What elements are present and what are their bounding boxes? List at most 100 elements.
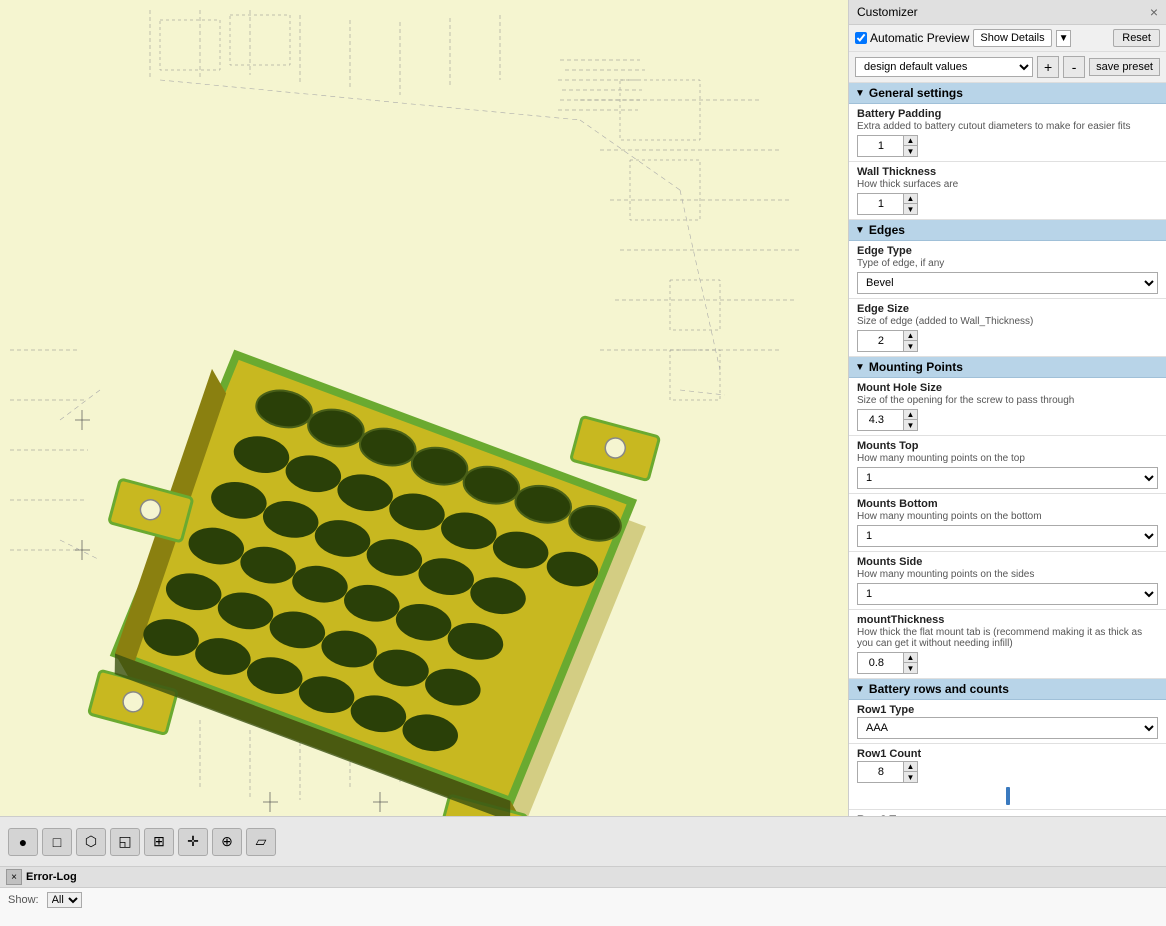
edge-type-select[interactable]: Bevel Round None (857, 272, 1158, 294)
customizer-panel: Customizer × Automatic Preview Show Deta… (848, 0, 1166, 816)
section-general-toggle: ▼ (855, 88, 865, 99)
wall-thickness-input-wrap: ▲ ▼ (857, 193, 918, 215)
customizer-toolbar2: design default values + - save preset (849, 52, 1166, 83)
edge-size-down[interactable]: ▼ (903, 341, 917, 351)
row1-count-slider-track (857, 787, 1158, 805)
error-log-close-button[interactable]: × (6, 869, 22, 885)
toolbar-btn-sphere[interactable]: ● (8, 828, 38, 856)
toolbar-btn-parallelogram[interactable]: ▱ (246, 828, 276, 856)
setting-mount-hole-size: Mount Hole Size Size of the opening for … (849, 378, 1166, 436)
row1-count-label: Row1 Count (857, 748, 1158, 760)
section-battery-rows[interactable]: ▼ Battery rows and counts (849, 679, 1166, 700)
mounts-bottom-label: Mounts Bottom (857, 498, 1158, 510)
mount-thickness-down[interactable]: ▼ (903, 663, 917, 673)
battery-padding-control: ▲ ▼ (857, 135, 1158, 157)
edge-type-label: Edge Type (857, 245, 1158, 257)
setting-row1-type: Row1 Type AAAAACDignore row (849, 700, 1166, 744)
mount-hole-size-down[interactable]: ▼ (903, 420, 917, 430)
customizer-toolbar1: Automatic Preview Show Details ▼ Reset (849, 25, 1166, 52)
row1-count-spin: ▲ ▼ (903, 762, 917, 782)
section-general[interactable]: ▼ General settings (849, 83, 1166, 104)
toolbar-btn-cube[interactable]: □ (42, 828, 72, 856)
wall-thickness-down[interactable]: ▼ (903, 204, 917, 214)
mount-hole-size-input-wrap: ▲ ▼ (857, 409, 918, 431)
toolbar-btn-cross[interactable]: ✛ (178, 828, 208, 856)
error-log-show-label: Show: (8, 894, 39, 906)
viewport[interactable] (0, 0, 848, 816)
edge-size-input[interactable] (858, 331, 903, 351)
row1-type-select[interactable]: AAAAACDignore row (857, 717, 1158, 739)
mounts-top-select[interactable]: 1023 (857, 467, 1158, 489)
preset-minus-button[interactable]: - (1063, 56, 1085, 78)
setting-mounts-bottom: Mounts Bottom How many mounting points o… (849, 494, 1166, 552)
wall-thickness-up[interactable]: ▲ (903, 194, 917, 204)
row1-count-input[interactable] (858, 762, 903, 782)
row1-count-input-wrap: ▲ ▼ (857, 761, 918, 783)
setting-row1-count: Row1 Count ▲ ▼ (849, 744, 1166, 810)
mount-thickness-label: mountThickness (857, 614, 1158, 626)
mounts-side-label: Mounts Side (857, 556, 1158, 568)
battery-padding-desc: Extra added to battery cutout diameters … (857, 121, 1158, 132)
reset-button[interactable]: Reset (1113, 29, 1160, 47)
preset-add-button[interactable]: + (1037, 56, 1059, 78)
setting-wall-thickness: Wall Thickness How thick surfaces are ▲ … (849, 162, 1166, 220)
wall-thickness-control: ▲ ▼ (857, 193, 1158, 215)
battery-padding-label: Battery Padding (857, 108, 1158, 120)
error-log-body: Show: All (0, 888, 1166, 912)
mount-thickness-control: ▲ ▼ (857, 652, 1158, 674)
battery-padding-spin: ▲ ▼ (903, 136, 917, 156)
mount-thickness-up[interactable]: ▲ (903, 653, 917, 663)
show-details-dropdown-arrow[interactable]: ▼ (1056, 30, 1072, 47)
mount-hole-size-control: ▲ ▼ (857, 409, 1158, 431)
mount-hole-size-input[interactable] (858, 410, 903, 430)
error-log-header: × Error-Log (0, 867, 1166, 888)
row1-count-up[interactable]: ▲ (903, 762, 917, 772)
error-log-panel: × Error-Log Show: All (0, 866, 1166, 926)
mount-hole-size-spin: ▲ ▼ (903, 410, 917, 430)
setting-battery-padding: Battery Padding Extra added to battery c… (849, 104, 1166, 162)
customizer-close-button[interactable]: × (1150, 4, 1158, 20)
save-preset-button[interactable]: save preset (1089, 58, 1160, 76)
row1-count-down[interactable]: ▼ (903, 772, 917, 782)
bottom-toolbar: ● □ ⬡ ◱ ⊞ ✛ ⊕ ▱ (0, 816, 1166, 866)
edge-size-input-wrap: ▲ ▼ (857, 330, 918, 352)
setting-mounts-side: Mounts Side How many mounting points on … (849, 552, 1166, 610)
edge-size-spin: ▲ ▼ (903, 331, 917, 351)
mounts-side-select[interactable]: 1023 (857, 583, 1158, 605)
section-mounting[interactable]: ▼ Mounting Points (849, 357, 1166, 378)
customizer-title: Customizer (857, 5, 918, 19)
setting-mount-thickness: mountThickness How thick the flat mount … (849, 610, 1166, 679)
mount-hole-size-up[interactable]: ▲ (903, 410, 917, 420)
toolbar-btn-hex[interactable]: ⬡ (76, 828, 106, 856)
edge-size-up[interactable]: ▲ (903, 331, 917, 341)
auto-preview-check-input[interactable] (855, 32, 867, 44)
toolbar-btn-frame[interactable]: ◱ (110, 828, 140, 856)
mount-thickness-input[interactable] (858, 653, 903, 673)
mounts-side-desc: How many mounting points on the sides (857, 569, 1158, 580)
wall-thickness-desc: How thick surfaces are (857, 179, 1158, 190)
edge-size-control: ▲ ▼ (857, 330, 1158, 352)
section-edges-label: Edges (869, 223, 905, 237)
mount-thickness-desc: How thick the flat mount tab is (recomme… (857, 627, 1158, 649)
section-mounting-toggle: ▼ (855, 362, 865, 373)
toolbar-btn-circle-plus[interactable]: ⊕ (212, 828, 242, 856)
mount-hole-size-desc: Size of the opening for the screw to pas… (857, 395, 1158, 406)
row1-count-control: ▲ ▼ (857, 761, 1158, 783)
mounts-bottom-select[interactable]: 1023 (857, 525, 1158, 547)
auto-preview-checkbox[interactable]: Automatic Preview (855, 31, 969, 45)
customizer-scroll-area[interactable]: ▼ General settings Battery Padding Extra… (849, 83, 1166, 816)
preset-select[interactable]: design default values (855, 57, 1033, 77)
battery-padding-input[interactable] (858, 136, 903, 156)
section-edges[interactable]: ▼ Edges (849, 220, 1166, 241)
mount-hole-size-label: Mount Hole Size (857, 382, 1158, 394)
error-log-show-select[interactable]: All (47, 892, 82, 908)
wall-thickness-input[interactable] (858, 194, 903, 214)
battery-padding-up[interactable]: ▲ (903, 136, 917, 146)
row1-count-slider[interactable] (1006, 787, 1010, 805)
section-mounting-label: Mounting Points (869, 360, 963, 374)
wall-thickness-spin: ▲ ▼ (903, 194, 917, 214)
show-details-button[interactable]: Show Details (973, 29, 1051, 47)
toolbar-btn-grid[interactable]: ⊞ (144, 828, 174, 856)
battery-padding-down[interactable]: ▼ (903, 146, 917, 156)
section-edges-toggle: ▼ (855, 225, 865, 236)
